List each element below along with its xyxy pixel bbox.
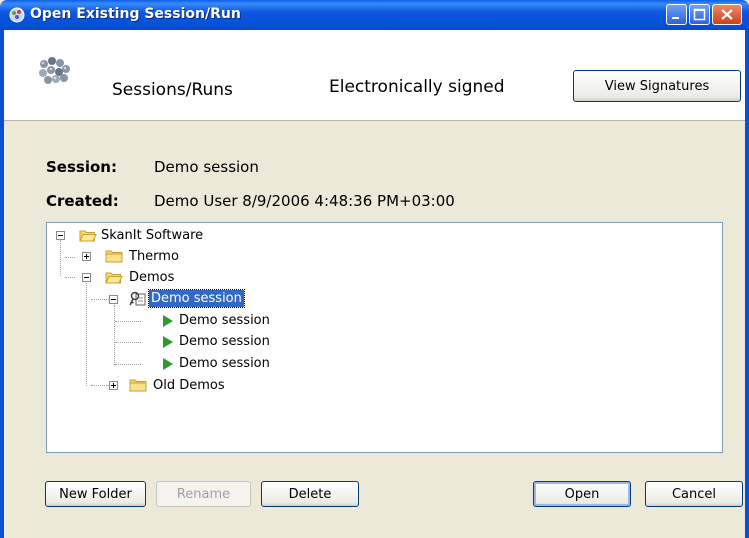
tree-line — [115, 342, 141, 343]
window-frame-right — [745, 30, 749, 538]
session-key-icon — [129, 291, 146, 306]
tree-line — [115, 321, 141, 322]
folder-icon — [129, 379, 147, 392]
expand-toggle[interactable] — [109, 381, 118, 390]
tree-node-old-demos[interactable]: Old Demos — [153, 377, 225, 394]
title-bar[interactable]: Open Existing Session/Run — [0, 0, 749, 30]
tree-node-demos[interactable]: Demos — [129, 269, 174, 286]
tree-line — [86, 283, 87, 386]
folder-open-icon — [79, 230, 97, 242]
folder-open-icon — [105, 272, 123, 284]
window-title: Open Existing Session/Run — [30, 6, 241, 22]
sessions-runs-label: Sessions/Runs — [112, 80, 233, 100]
session-value: Demo session — [154, 158, 259, 176]
collapse-toggle[interactable] — [56, 231, 65, 240]
dialog-header: Sessions/Runs Electronically signed View… — [4, 30, 745, 121]
tree-node-thermo[interactable]: Thermo — [129, 248, 179, 265]
close-icon — [721, 9, 733, 20]
created-label: Created: — [46, 192, 119, 210]
tree-line — [60, 240, 61, 276]
tree-line — [65, 257, 75, 258]
open-button[interactable]: Open — [533, 481, 631, 507]
tree-node-run[interactable]: Demo session — [179, 312, 270, 329]
folder-icon — [105, 250, 123, 263]
tree-line — [114, 305, 115, 365]
tree-node-skanit-software[interactable]: SkanIt Software — [101, 227, 203, 244]
tree-node-run[interactable]: Demo session — [179, 333, 270, 350]
microplate-logo-icon — [39, 57, 70, 84]
maximize-button[interactable] — [689, 4, 710, 25]
app-icon — [9, 7, 25, 23]
rename-button[interactable]: Rename — [156, 481, 251, 507]
run-play-icon — [163, 336, 173, 348]
tree-node-run[interactable]: Demo session — [179, 355, 270, 372]
session-tree[interactable]: SkanIt Software Thermo Demos Demo sessio… — [46, 222, 723, 453]
collapse-toggle[interactable] — [82, 273, 91, 282]
tree-line — [115, 364, 141, 365]
view-signatures-button[interactable]: View Signatures — [573, 70, 741, 102]
created-value: Demo User 8/9/2006 4:48:36 PM+03:00 — [154, 192, 455, 210]
collapse-toggle[interactable] — [109, 295, 118, 304]
expand-toggle[interactable] — [82, 252, 91, 261]
maximize-icon — [693, 8, 706, 21]
session-label: Session: — [46, 158, 117, 176]
cancel-button[interactable]: Cancel — [645, 481, 743, 507]
close-button[interactable] — [712, 4, 742, 25]
tree-line — [65, 277, 75, 278]
delete-button[interactable]: Delete — [261, 481, 359, 507]
new-folder-button[interactable]: New Folder — [45, 481, 146, 507]
electronically-signed-label: Electronically signed — [329, 77, 505, 97]
run-play-icon — [163, 358, 173, 370]
minimize-icon — [672, 17, 679, 19]
tree-node-demo-session-selected[interactable]: Demo session — [148, 289, 245, 308]
run-play-icon — [163, 315, 173, 327]
minimize-button[interactable] — [666, 4, 687, 25]
